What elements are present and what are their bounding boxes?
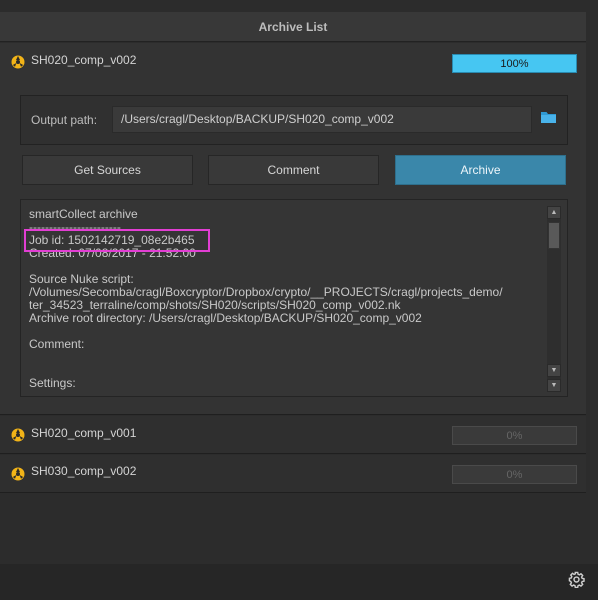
progress-label: 0% xyxy=(506,429,523,442)
job-title[interactable]: SH020_comp_v002 xyxy=(31,53,136,67)
archive-button[interactable]: Archive xyxy=(395,155,566,185)
output-path-label: Output path: xyxy=(31,113,98,127)
nuke-icon xyxy=(11,55,25,69)
scroll-down-arrow-icon[interactable]: ▼ xyxy=(547,364,561,377)
archive-list-window: Archive List SH020_comp_v002 100% Output… xyxy=(0,0,598,600)
progress-label: 0% xyxy=(506,468,523,481)
comment-button[interactable]: Comment xyxy=(208,155,379,185)
job-progress-bar: 0% xyxy=(452,426,577,445)
output-path-group: Output path: /Users/cragl/Desktop/BACKUP… xyxy=(20,95,568,145)
scroll-up-arrow-icon[interactable]: ▲ xyxy=(547,206,561,219)
window-title: Archive List xyxy=(0,12,586,42)
nuke-icon xyxy=(11,467,25,481)
job-title[interactable]: SH030_comp_v002 xyxy=(31,464,136,478)
gear-icon[interactable] xyxy=(568,571,585,588)
job-title[interactable]: SH020_comp_v001 xyxy=(31,426,136,440)
nuke-icon xyxy=(11,428,25,442)
log-scrollbar[interactable]: ▲ ▼ ▼ xyxy=(547,206,561,392)
scroll-end-arrow-icon[interactable]: ▼ xyxy=(547,379,561,392)
output-path-field[interactable]: /Users/cragl/Desktop/BACKUP/SH020_comp_v… xyxy=(112,106,532,133)
job-progress-bar: 100% xyxy=(452,54,577,73)
job-panel-sh020-v001[interactable]: SH020_comp_v001 0% xyxy=(0,416,586,454)
progress-label: 100% xyxy=(500,57,529,70)
scroll-thumb[interactable] xyxy=(548,222,560,249)
get-sources-button[interactable]: Get Sources xyxy=(22,155,193,185)
job-id-highlight xyxy=(24,229,210,252)
job-progress-bar: 0% xyxy=(452,465,577,484)
job-panel-sh030-v002[interactable]: SH030_comp_v002 0% xyxy=(0,455,586,493)
folder-icon[interactable] xyxy=(540,110,557,125)
empty-list-area xyxy=(0,494,586,564)
footer-bar xyxy=(0,564,598,600)
